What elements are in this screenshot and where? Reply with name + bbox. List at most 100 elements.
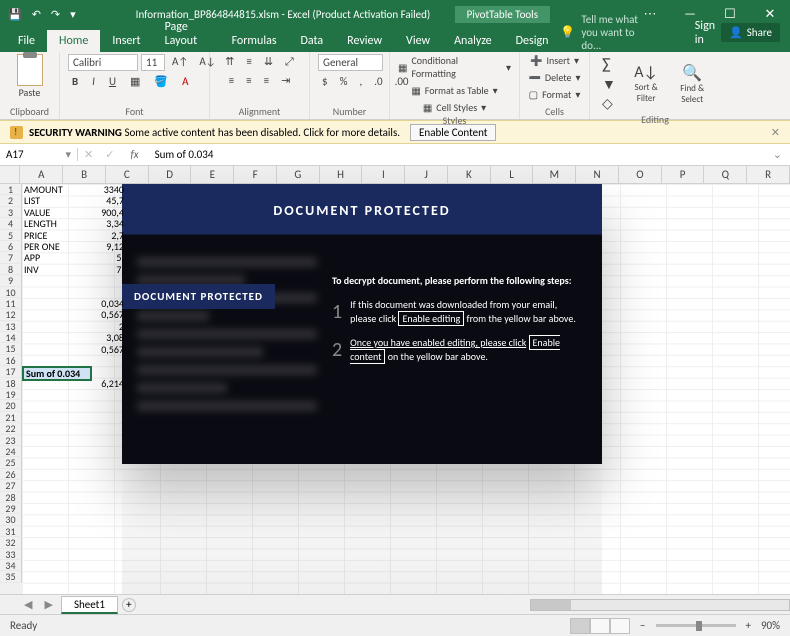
tab-insert[interactable]: Insert bbox=[100, 30, 152, 52]
paste-button[interactable]: Paste bbox=[19, 86, 41, 99]
increase-decimal-icon[interactable]: .0 bbox=[370, 74, 386, 89]
sheet-nav-prev-icon[interactable]: ◀ bbox=[20, 598, 36, 611]
sort-filter-icon[interactable]: A↓ bbox=[628, 63, 665, 82]
enable-content-button[interactable]: Enable Content bbox=[410, 124, 496, 141]
zoom-in-button[interactable]: + bbox=[746, 619, 751, 632]
zoom-slider[interactable] bbox=[656, 624, 736, 627]
increase-font-icon[interactable]: A↑ bbox=[168, 54, 192, 71]
zoom-out-button[interactable]: − bbox=[640, 619, 645, 632]
conditional-formatting-button[interactable]: ▦Conditional Formatting ▾ bbox=[398, 54, 511, 80]
cell-B6[interactable]: 9,12 bbox=[68, 241, 126, 252]
formula-bar-expand-icon[interactable]: ⌄ bbox=[765, 148, 790, 161]
clear-icon[interactable]: ◇ bbox=[598, 94, 620, 113]
align-right-icon[interactable]: ≡ bbox=[260, 73, 273, 88]
delete-cells-button[interactable]: ➖Delete ▾ bbox=[528, 71, 580, 84]
cell-B12[interactable]: 0,567 bbox=[68, 309, 126, 320]
sheet-tab-sheet1[interactable]: Sheet1 bbox=[61, 596, 118, 614]
percent-icon[interactable]: % bbox=[336, 74, 352, 89]
cell-B8[interactable]: 7, bbox=[68, 264, 126, 275]
row-head-30[interactable]: 30 bbox=[0, 514, 22, 525]
sort-filter-button[interactable]: Sort & Filter bbox=[628, 82, 665, 104]
cell-B5[interactable]: 2,7 bbox=[68, 230, 126, 241]
security-bar-close-icon[interactable]: ✕ bbox=[771, 126, 780, 139]
orientation-icon[interactable]: ⤢ bbox=[281, 54, 298, 70]
col-head-M[interactable]: M bbox=[533, 166, 576, 183]
col-head-H[interactable]: H bbox=[320, 166, 363, 183]
sign-in-link[interactable]: Sign in bbox=[695, 19, 715, 47]
fx-icon[interactable]: fx bbox=[120, 148, 148, 161]
new-sheet-button[interactable]: + bbox=[122, 598, 136, 612]
row-head-4[interactable]: 4 bbox=[0, 218, 22, 229]
format-cells-button[interactable]: ▢Format ▾ bbox=[529, 88, 581, 101]
tab-review[interactable]: Review bbox=[335, 30, 394, 52]
font-size-select[interactable]: 11 bbox=[141, 54, 165, 71]
align-center-icon[interactable]: ≡ bbox=[242, 73, 255, 88]
zoom-level[interactable]: 90% bbox=[761, 619, 780, 632]
col-head-L[interactable]: L bbox=[491, 166, 534, 183]
save-icon[interactable]: 💾 bbox=[8, 8, 22, 21]
tab-formulas[interactable]: Formulas bbox=[220, 30, 289, 52]
align-middle-icon[interactable]: ≡ bbox=[242, 54, 255, 70]
tab-analyze[interactable]: Analyze bbox=[442, 30, 504, 52]
col-head-F[interactable]: F bbox=[234, 166, 277, 183]
font-color-icon[interactable]: A bbox=[178, 74, 192, 89]
row-head-12[interactable]: 12 bbox=[0, 309, 22, 320]
align-left-icon[interactable]: ≡ bbox=[225, 73, 238, 88]
underline-button[interactable]: U bbox=[105, 74, 120, 89]
col-head-E[interactable]: E bbox=[191, 166, 234, 183]
row-head-27[interactable]: 27 bbox=[0, 480, 22, 491]
name-box[interactable]: A17▾ bbox=[0, 148, 78, 161]
row-head-9[interactable]: 9 bbox=[0, 275, 22, 286]
spreadsheet-grid[interactable]: ABCDEFGHIJKLMNOPQR 123456789101112131415… bbox=[0, 166, 790, 594]
col-head-K[interactable]: K bbox=[448, 166, 491, 183]
cell-A17[interactable]: Sum of 0.034 bbox=[22, 366, 92, 381]
row-head-22[interactable]: 22 bbox=[0, 423, 22, 434]
indent-icon[interactable]: ⇥ bbox=[277, 73, 294, 88]
formula-bar[interactable]: Sum of 0.034 bbox=[149, 148, 765, 161]
find-icon[interactable]: 🔍 bbox=[672, 63, 712, 83]
share-button[interactable]: 👤Share bbox=[721, 23, 780, 42]
format-as-table-button[interactable]: ▦Format as Table ▾ bbox=[411, 84, 497, 97]
undo-icon[interactable]: ↶ bbox=[32, 8, 41, 21]
cell-B7[interactable]: 5, bbox=[68, 252, 126, 263]
cell-B3[interactable]: 900,4 bbox=[68, 207, 126, 218]
currency-icon[interactable]: $ bbox=[318, 74, 332, 89]
col-head-G[interactable]: G bbox=[277, 166, 320, 183]
sheet-nav-next-icon[interactable]: ▶ bbox=[40, 598, 56, 611]
col-head-O[interactable]: O bbox=[619, 166, 662, 183]
italic-button[interactable]: I bbox=[88, 74, 99, 89]
fill-icon[interactable]: ▼ bbox=[598, 75, 620, 94]
insert-cells-button[interactable]: ➕Insert ▾ bbox=[530, 54, 579, 67]
redo-icon[interactable]: ↷ bbox=[51, 8, 60, 21]
row-head-32[interactable]: 32 bbox=[0, 537, 22, 548]
col-head-D[interactable]: D bbox=[149, 166, 192, 183]
tab-view[interactable]: View bbox=[394, 30, 442, 52]
comma-icon[interactable]: , bbox=[355, 74, 366, 89]
paste-icon[interactable] bbox=[17, 54, 43, 86]
col-head-A[interactable]: A bbox=[20, 166, 63, 183]
bold-button[interactable]: B bbox=[68, 74, 82, 89]
row-head-35[interactable]: 35 bbox=[0, 571, 22, 582]
cell-B4[interactable]: 3,34 bbox=[68, 218, 126, 229]
tab-home[interactable]: Home bbox=[47, 30, 100, 52]
col-head-P[interactable]: P bbox=[662, 166, 705, 183]
find-select-button[interactable]: Find & Select bbox=[672, 83, 712, 105]
tab-data[interactable]: Data bbox=[289, 30, 336, 52]
tell-me-search[interactable]: Tell me what you want to do... bbox=[581, 13, 648, 52]
fill-color-icon[interactable]: 🪣 bbox=[150, 74, 172, 89]
row-head-17[interactable]: 17 bbox=[0, 366, 22, 377]
font-name-select[interactable]: Calibri bbox=[68, 54, 138, 71]
autosum-icon[interactable]: ∑ bbox=[598, 54, 620, 75]
select-all-corner[interactable] bbox=[0, 166, 20, 183]
col-head-R[interactable]: R bbox=[747, 166, 790, 183]
cell-styles-button[interactable]: ▦Cell Styles ▾ bbox=[423, 101, 486, 114]
col-head-B[interactable]: B bbox=[63, 166, 106, 183]
cell-B2[interactable]: 45,7 bbox=[68, 195, 126, 206]
tab-file[interactable]: File bbox=[6, 30, 47, 52]
namebox-dropdown-icon[interactable]: ▾ bbox=[65, 148, 71, 161]
tab-page-layout[interactable]: Page Layout bbox=[153, 16, 220, 52]
col-head-I[interactable]: I bbox=[362, 166, 405, 183]
col-head-J[interactable]: J bbox=[405, 166, 448, 183]
cell-B11[interactable]: 0,034 bbox=[68, 298, 126, 309]
horizontal-scrollbar[interactable] bbox=[530, 599, 790, 611]
